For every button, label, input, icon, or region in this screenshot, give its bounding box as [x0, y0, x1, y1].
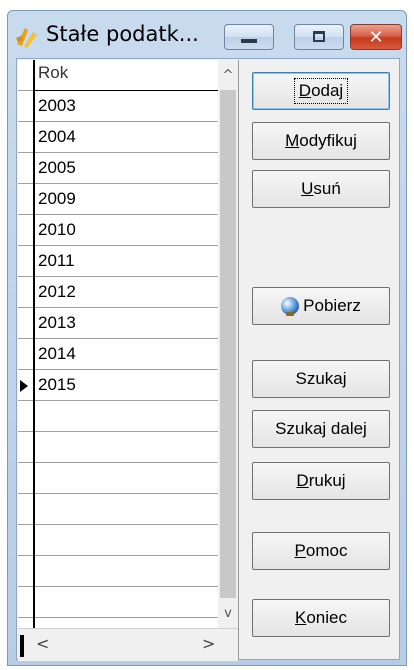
table-row[interactable]: 2009	[18, 184, 218, 215]
table-row[interactable]: 2010	[18, 215, 218, 246]
empty-row	[18, 556, 218, 587]
grid-cell[interactable]: 2010	[35, 215, 218, 246]
horizontal-scrollbar[interactable]: < >	[18, 628, 238, 661]
pomoc-button[interactable]: Pomoc	[252, 532, 390, 570]
scroll-left-icon[interactable]: <	[36, 634, 49, 653]
modyfikuj-button[interactable]: Modyfikuj	[252, 122, 390, 160]
table-row[interactable]: 2012	[18, 277, 218, 308]
scroll-up-icon[interactable]: ^	[218, 68, 238, 83]
pobierz-button[interactable]: Pobierz	[252, 287, 390, 325]
table-row[interactable]: 2014	[18, 339, 218, 370]
scroll-right-icon[interactable]: >	[202, 634, 215, 653]
minimize-button[interactable]	[224, 24, 274, 50]
table-row[interactable]: 2005	[18, 153, 218, 184]
grid-cell[interactable]: 2004	[35, 122, 218, 153]
grid-cell[interactable]: 2012	[35, 277, 218, 308]
grid-cell[interactable]: 2011	[35, 246, 218, 277]
years-grid[interactable]: Rok 2003 2004 2005 2009 2010 2011 2012 2…	[18, 60, 239, 661]
table-row[interactable]: 2011	[18, 246, 218, 277]
grid-cell[interactable]: 2003	[35, 91, 218, 122]
drukuj-button[interactable]: Drukuj	[252, 462, 390, 500]
table-row[interactable]: 2004	[18, 122, 218, 153]
table-row[interactable]: 2003	[18, 91, 218, 122]
empty-row	[18, 463, 218, 494]
empty-row	[18, 587, 218, 618]
window-title: Stałe podatk...	[46, 22, 199, 46]
maximize-icon	[313, 31, 325, 42]
grid-cell[interactable]: 2005	[35, 153, 218, 184]
empty-row	[18, 401, 218, 432]
grid-cell[interactable]: 2013	[35, 308, 218, 339]
scroll-down-icon[interactable]: v	[218, 606, 238, 621]
grid-cell[interactable]: 2015	[35, 370, 218, 401]
title-bar[interactable]: Stałe podatk... ✕	[8, 12, 406, 60]
szukaj-dalej-button[interactable]: Szukaj dalej	[252, 410, 390, 448]
empty-row	[18, 525, 218, 556]
empty-row	[18, 494, 218, 525]
empty-row	[18, 432, 218, 463]
koniec-button[interactable]: Koniec	[252, 599, 390, 637]
scroll-thumb[interactable]	[220, 90, 236, 598]
app-icon	[16, 28, 37, 48]
dodaj-button[interactable]: Dodaj	[252, 72, 390, 110]
grid-cell[interactable]: 2009	[35, 184, 218, 215]
maximize-button[interactable]	[294, 24, 344, 50]
current-row-arrow-icon	[20, 380, 28, 392]
close-button[interactable]: ✕	[350, 24, 402, 50]
minimize-icon	[241, 39, 257, 43]
vertical-scrollbar[interactable]: ^ v	[218, 60, 238, 628]
table-row-current[interactable]: 2015	[18, 370, 218, 401]
usun-button[interactable]: Usuń	[252, 170, 390, 208]
szukaj-button[interactable]: Szukaj	[252, 360, 390, 398]
globe-icon	[281, 297, 300, 316]
column-header-rok[interactable]: Rok	[35, 60, 218, 91]
focus-marker	[20, 635, 24, 657]
grid-cell[interactable]: 2014	[35, 339, 218, 370]
grid-header-row: Rok	[18, 60, 218, 91]
table-row[interactable]: 2013	[18, 308, 218, 339]
close-icon: ✕	[368, 26, 384, 48]
